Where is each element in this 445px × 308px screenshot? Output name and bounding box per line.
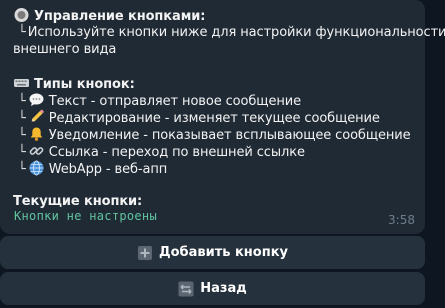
type-item-text: └ Текст - отправляет новое сообщение [18,92,301,110]
type-item-webapp: └ WebApp - веб-апп [18,160,167,178]
current-title-line: Текущие кнопки: [13,193,142,210]
tree-connector: └ [18,111,26,126]
keyboard-icon [14,79,29,87]
types-title-line: Типы кнопок: [13,75,135,93]
current-buttons-value: Кнопки не настроены [14,209,157,223]
add-button-label: Добавить кнопку [159,245,288,260]
tree-connector: └ [18,128,26,143]
type-item-notification: └ Уведомление - показывает всплывающее с… [18,126,411,144]
bell-icon [30,127,43,141]
description-text-1: Используйте кнопки ниже для настройки фу… [27,25,445,40]
message-timestamp: 3:58 [388,213,415,227]
back-arrows-icon [178,281,194,296]
bot-message-bubble: Управление кнопками: └ Используйте кнопки… [0,0,445,234]
type-edit-label: Редактирование - изменяет текущее сообще… [48,111,380,126]
plus-icon [138,245,152,260]
header-text: Управление кнопками: [34,9,206,24]
header-line: Управление кнопками: [13,7,205,25]
radio-button-icon [14,8,29,22]
type-link-label: Ссылка - переход по внешней ссылке [48,145,305,160]
type-webapp-label: WebApp - веб-апп [48,162,168,177]
type-notification-label: Уведомление - показывает всплывающее соо… [48,128,411,143]
description-line-1: └ Используйте кнопки ниже для настройки ф… [18,24,445,41]
globe-icon [29,160,44,176]
add-button[interactable]: Добавить кнопку [0,236,425,269]
link-icon [29,147,44,155]
types-title: Типы кнопок: [34,77,135,92]
tree-connector: └ [18,94,26,109]
speech-bubble-icon [29,93,44,106]
pencil-icon [31,109,44,122]
type-item-link: └ Ссылка - переход по внешней ссылке [18,143,305,161]
type-text-label: Текст - отправляет новое сообщение [48,94,301,109]
current-title: Текущие кнопки: [13,194,143,209]
back-button[interactable]: Назад [0,272,425,305]
description-line-2: внешнего вида [13,41,116,58]
tree-connector: └ [18,162,26,177]
tree-connector: └ [18,25,26,40]
type-item-edit: └ Редактирование - изменяет текущее сооб… [18,109,380,127]
chat-screen: Управление кнопками: └ Используйте кнопки… [0,0,445,308]
tree-connector: └ [18,145,26,160]
description-text-2: внешнего вида [13,42,117,57]
back-button-label: Назад [200,281,247,296]
